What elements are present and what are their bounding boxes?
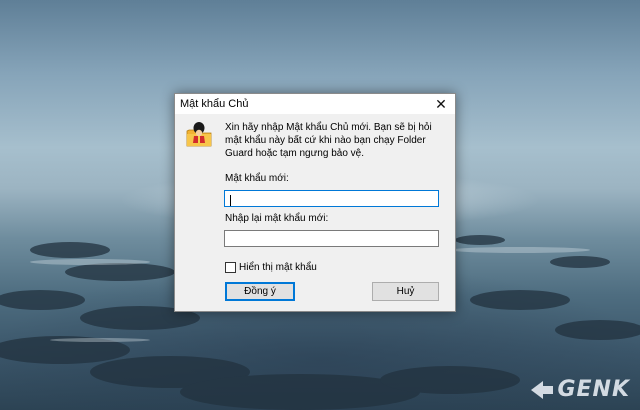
close-icon: ✕ bbox=[435, 95, 447, 112]
genk-logo-icon bbox=[531, 380, 554, 399]
show-password-label[interactable]: Hiển thị mật khẩu bbox=[239, 262, 317, 273]
dialog-title: Mật khẩu Chủ bbox=[180, 98, 249, 110]
new-password-label: Mật khẩu mới: bbox=[225, 173, 289, 184]
ok-button[interactable]: Đồng ý bbox=[225, 282, 295, 301]
folder-guard-icon bbox=[186, 122, 212, 147]
text-caret bbox=[230, 195, 231, 206]
close-button[interactable]: ✕ bbox=[427, 94, 455, 114]
dialog-titlebar[interactable]: Mật khẩu Chủ ✕ bbox=[175, 94, 455, 114]
confirm-password-input[interactable] bbox=[224, 230, 439, 247]
confirm-password-label: Nhập lại mật khẩu mới: bbox=[225, 213, 329, 224]
watermark-logo: GENK bbox=[531, 377, 630, 402]
cancel-button[interactable]: Huỷ bbox=[372, 282, 439, 301]
new-password-input[interactable] bbox=[224, 190, 439, 207]
master-password-dialog: Mật khẩu Chủ ✕ Xin hãy nhập Mật khẩu Chủ… bbox=[174, 93, 456, 312]
show-password-checkbox[interactable] bbox=[225, 262, 236, 273]
watermark-text: GENK bbox=[557, 377, 630, 402]
instruction-message: Xin hãy nhập Mật khẩu Chủ mới. Bạn sẽ bị… bbox=[225, 122, 432, 159]
